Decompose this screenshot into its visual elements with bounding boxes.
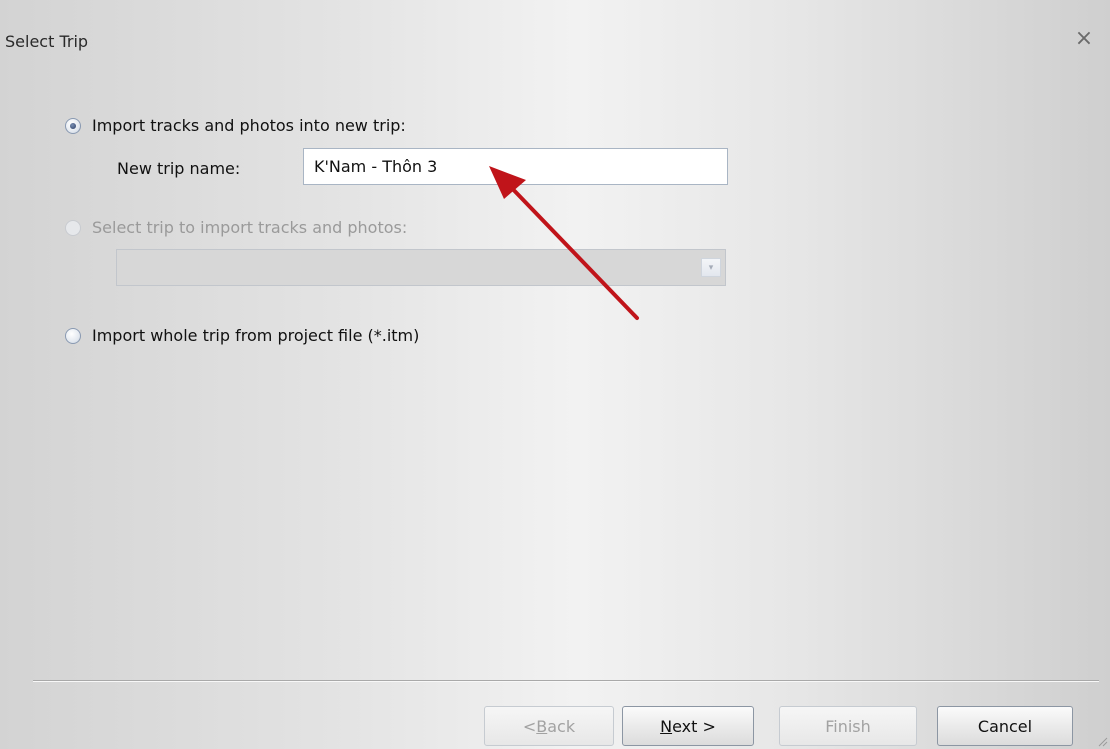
next-button[interactable]: Next > xyxy=(622,706,754,746)
new-trip-name-input[interactable] xyxy=(303,148,728,185)
radio-label-new-trip: Import tracks and photos into new trip: xyxy=(92,116,406,135)
select-trip-dialog: Select Trip × Import tracks and photos i… xyxy=(0,0,1110,749)
back-button[interactable]: < Back xyxy=(484,706,614,746)
finish-button[interactable]: Finish xyxy=(779,706,917,746)
radio-button-existing-trip xyxy=(65,219,81,236)
back-button-prefix: < xyxy=(522,716,537,736)
radio-option-project-file[interactable]: Import whole trip from project file (*.i… xyxy=(65,326,419,345)
resize-grip-icon[interactable] xyxy=(1096,735,1108,747)
footer-separator xyxy=(33,680,1099,682)
close-icon[interactable]: × xyxy=(1071,26,1097,52)
radio-option-existing-trip: Select trip to import tracks and photos: xyxy=(65,218,407,237)
next-button-rest: ext > xyxy=(672,716,716,736)
back-button-rest: ack xyxy=(547,716,576,736)
existing-trip-select: ▾ xyxy=(116,249,726,286)
radio-button-project-file[interactable] xyxy=(65,327,81,344)
next-button-mnemonic: N xyxy=(660,716,673,736)
new-trip-name-label: New trip name: xyxy=(117,159,241,178)
back-button-mnemonic: B xyxy=(536,716,548,736)
cancel-button[interactable]: Cancel xyxy=(937,706,1073,746)
radio-option-new-trip[interactable]: Import tracks and photos into new trip: xyxy=(65,116,406,135)
window-title: Select Trip xyxy=(5,32,89,51)
radio-label-project-file: Import whole trip from project file (*.i… xyxy=(92,326,420,345)
annotation-arrow xyxy=(489,166,639,320)
radio-button-new-trip[interactable] xyxy=(65,117,81,134)
radio-label-existing-trip: Select trip to import tracks and photos: xyxy=(92,218,408,237)
chevron-down-icon: ▾ xyxy=(701,258,721,277)
